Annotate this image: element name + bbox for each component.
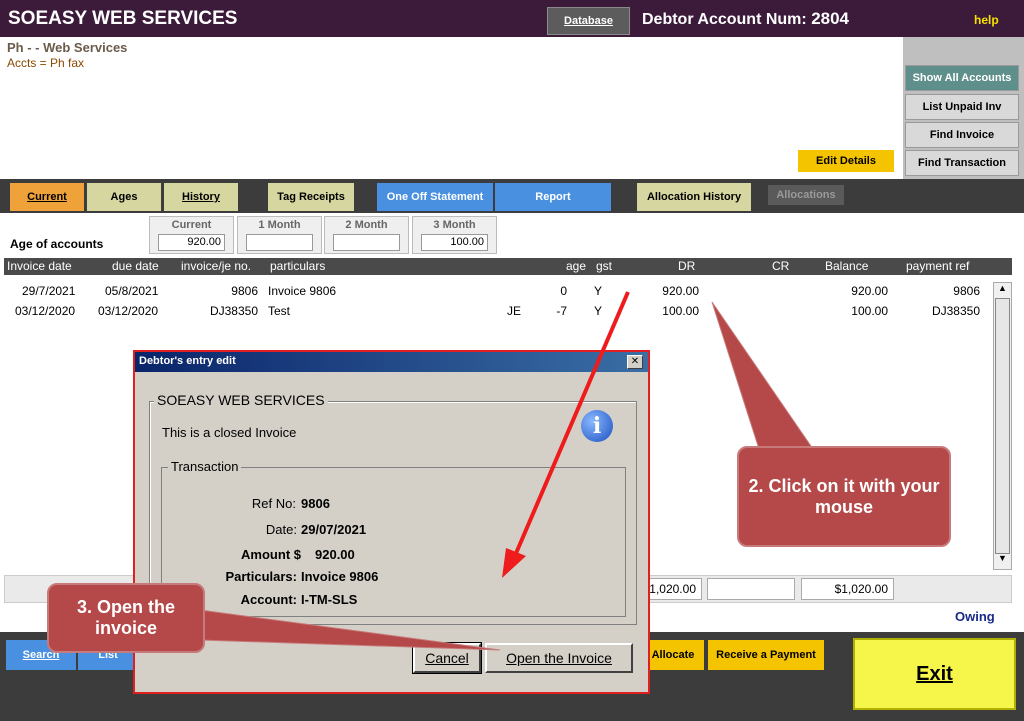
step-2-callout: 2. Click on it with your mouse (737, 446, 951, 547)
red-arrow-shaft (512, 291, 630, 559)
red-arrow-head (502, 548, 526, 578)
step-3-callout: 3. Open the invoice (47, 583, 205, 653)
callout2-pointer (711, 301, 816, 453)
callout3-pointer (199, 609, 501, 651)
